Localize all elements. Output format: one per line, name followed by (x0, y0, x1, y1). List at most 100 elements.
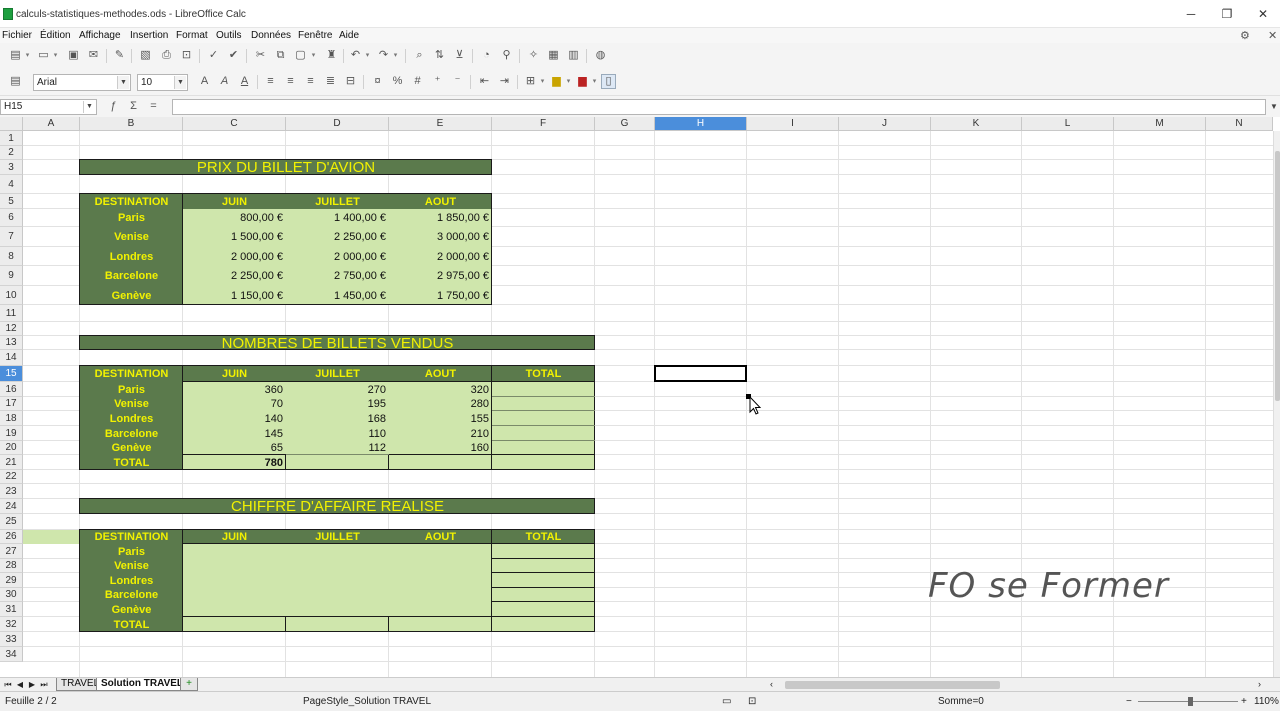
billets-header-2[interactable]: JUILLET (286, 366, 389, 382)
sidebar-toggle-icon[interactable]: ▯ (601, 74, 616, 89)
billets-header-3[interactable]: AOUT (389, 366, 492, 382)
spreadsheet-grid[interactable]: ABCDEFGHIJKLMN 1 2 3 4 5 6 7 8 9 10 11 12 13 14 15 16 17… (0, 117, 1280, 677)
row-header-30[interactable]: 30 (0, 588, 23, 602)
menu-affichage[interactable]: Affichage (79, 30, 121, 41)
align-center-icon[interactable]: ≡ (283, 74, 298, 89)
print-icon[interactable]: ⎙ (159, 48, 174, 63)
prix-dest-0[interactable]: Paris (80, 209, 183, 227)
paste-dropdown-icon[interactable]: ▾ (310, 48, 317, 63)
column-header-a[interactable]: A (23, 117, 80, 131)
prix-dest-2[interactable]: Londres (80, 247, 183, 266)
select-all-corner[interactable] (0, 117, 23, 131)
first-sheet-icon[interactable]: ⏮ (2, 679, 14, 691)
prix-value-1-0[interactable]: 1 500,00 € (183, 227, 286, 247)
new-document-icon[interactable]: ▤ (8, 48, 23, 63)
billets-header-1[interactable]: JUIN (183, 366, 286, 382)
copy-icon[interactable]: ⧉ (273, 48, 288, 63)
column-header-l[interactable]: L (1022, 117, 1114, 131)
billets-total-label[interactable]: TOTAL (80, 455, 183, 470)
chiffre-dest-2[interactable]: Londres (80, 573, 183, 588)
minimize-button[interactable]: ─ (1181, 6, 1201, 22)
restore-button[interactable]: ❐ (1217, 6, 1237, 22)
help-icon[interactable]: ◍ (593, 48, 608, 63)
merge-cells-icon[interactable]: ⊟ (343, 74, 358, 89)
column-header-i[interactable]: I (747, 117, 839, 131)
row-header-29[interactable]: 29 (0, 573, 23, 588)
redo-dropdown-icon[interactable]: ▾ (392, 48, 399, 63)
menu-aide[interactable]: Aide (339, 30, 359, 41)
chiffre-total-cell-0[interactable] (183, 617, 286, 632)
billets-value-2-2[interactable]: 155 (389, 411, 492, 426)
chiffre-total-0[interactable] (492, 544, 595, 559)
menu-edition[interactable]: Édition (40, 30, 71, 41)
billets-dest-1[interactable]: Venise (80, 397, 183, 411)
column-header-b[interactable]: B (80, 117, 183, 131)
open-dropdown-icon[interactable]: ▾ (52, 48, 59, 63)
row-header-3[interactable]: 3 (0, 160, 23, 175)
prix-header-3[interactable]: AOUT (389, 194, 492, 209)
column-header-j[interactable]: J (839, 117, 931, 131)
prix-value-3-0[interactable]: 2 250,00 € (183, 266, 286, 286)
borders-dropdown-icon[interactable]: ▾ (539, 74, 546, 89)
row-header-7[interactable]: 7 (0, 227, 23, 247)
prix-title[interactable]: PRIX DU BILLET D'AVION (80, 160, 492, 175)
undo-icon[interactable]: ↶ (348, 48, 363, 63)
chiffre-dest-3[interactable]: Barcelone (80, 588, 183, 602)
find-replace-icon[interactable]: ⌕ (412, 48, 427, 63)
row-header-26[interactable]: 26 (0, 530, 23, 544)
chiffre-total-label[interactable]: TOTAL (80, 617, 183, 632)
chart-icon[interactable]: ◔ (479, 48, 494, 63)
column-header-c[interactable]: C (183, 117, 286, 131)
prix-value-0-2[interactable]: 1 850,00 € (389, 209, 492, 227)
autospell-icon[interactable]: ✔ (226, 48, 241, 63)
row-header-34[interactable]: 34 (0, 647, 23, 662)
sum-icon[interactable]: Σ (126, 99, 141, 114)
last-sheet-icon[interactable]: ⏭ (38, 679, 50, 691)
column-header-n[interactable]: N (1206, 117, 1273, 131)
row-header-28[interactable]: 28 (0, 559, 23, 573)
billets-value-3-3[interactable] (492, 426, 595, 441)
email-icon[interactable]: ✉ (86, 48, 101, 63)
row-header-25[interactable]: 25 (0, 514, 23, 530)
data-sources-icon[interactable]: ▥ (566, 48, 581, 63)
billets-header-4[interactable]: TOTAL (492, 366, 595, 382)
chiffre-total-1[interactable] (492, 559, 595, 573)
prix-value-2-2[interactable]: 2 000,00 € (389, 247, 492, 266)
font-name-dropdown-icon[interactable]: ▼ (117, 76, 129, 89)
row-header-5[interactable]: 5 (0, 194, 23, 209)
row-header-22[interactable]: 22 (0, 470, 23, 484)
row-header-9[interactable]: 9 (0, 266, 23, 286)
row-header-12[interactable]: 12 (0, 322, 23, 336)
column-header-h[interactable]: H (655, 117, 747, 131)
indent-decrease-icon[interactable]: ⇤ (477, 74, 492, 89)
hyperlink-icon[interactable]: ⚲ (499, 48, 514, 63)
billets-total-0[interactable]: 780 (183, 455, 286, 470)
sort-icon[interactable]: ⇅ (432, 48, 447, 63)
close-document-icon[interactable]: ✕ (1268, 29, 1277, 42)
formula-icon[interactable]: = (146, 99, 161, 114)
undo-dropdown-icon[interactable]: ▾ (364, 48, 371, 63)
row-header-24[interactable]: 24 (0, 499, 23, 514)
align-right-icon[interactable]: ≡ (303, 74, 318, 89)
billets-dest-0[interactable]: Paris (80, 382, 183, 397)
menu-fichier[interactable]: Fichier (2, 30, 32, 41)
billets-value-4-2[interactable]: 160 (389, 441, 492, 455)
styles-icon[interactable]: ▤ (8, 74, 23, 89)
font-color-icon[interactable]: ▆ (575, 74, 590, 89)
prix-dest-1[interactable]: Venise (80, 227, 183, 247)
chiffre-total-2[interactable] (492, 573, 595, 588)
billets-value-0-3[interactable] (492, 382, 595, 397)
vertical-scroll-thumb[interactable] (1275, 151, 1280, 401)
row-header-16[interactable]: 16 (0, 382, 23, 397)
prix-value-1-1[interactable]: 2 250,00 € (286, 227, 389, 247)
chiffre-row26-col-a-cell[interactable] (23, 530, 80, 544)
justify-icon[interactable]: ≣ (323, 74, 338, 89)
row-header-18[interactable]: 18 (0, 411, 23, 426)
billets-total-3[interactable] (492, 455, 595, 470)
chiffre-title[interactable]: CHIFFRE D'AFFAIRE REALISE (80, 499, 595, 514)
expand-formula-icon[interactable]: ▼ (1268, 99, 1280, 115)
column-header-d[interactable]: D (286, 117, 389, 131)
percent-icon[interactable]: % (390, 74, 405, 89)
autofilter-icon[interactable]: ⊻ (452, 48, 467, 63)
row-header-6[interactable]: 6 (0, 209, 23, 227)
